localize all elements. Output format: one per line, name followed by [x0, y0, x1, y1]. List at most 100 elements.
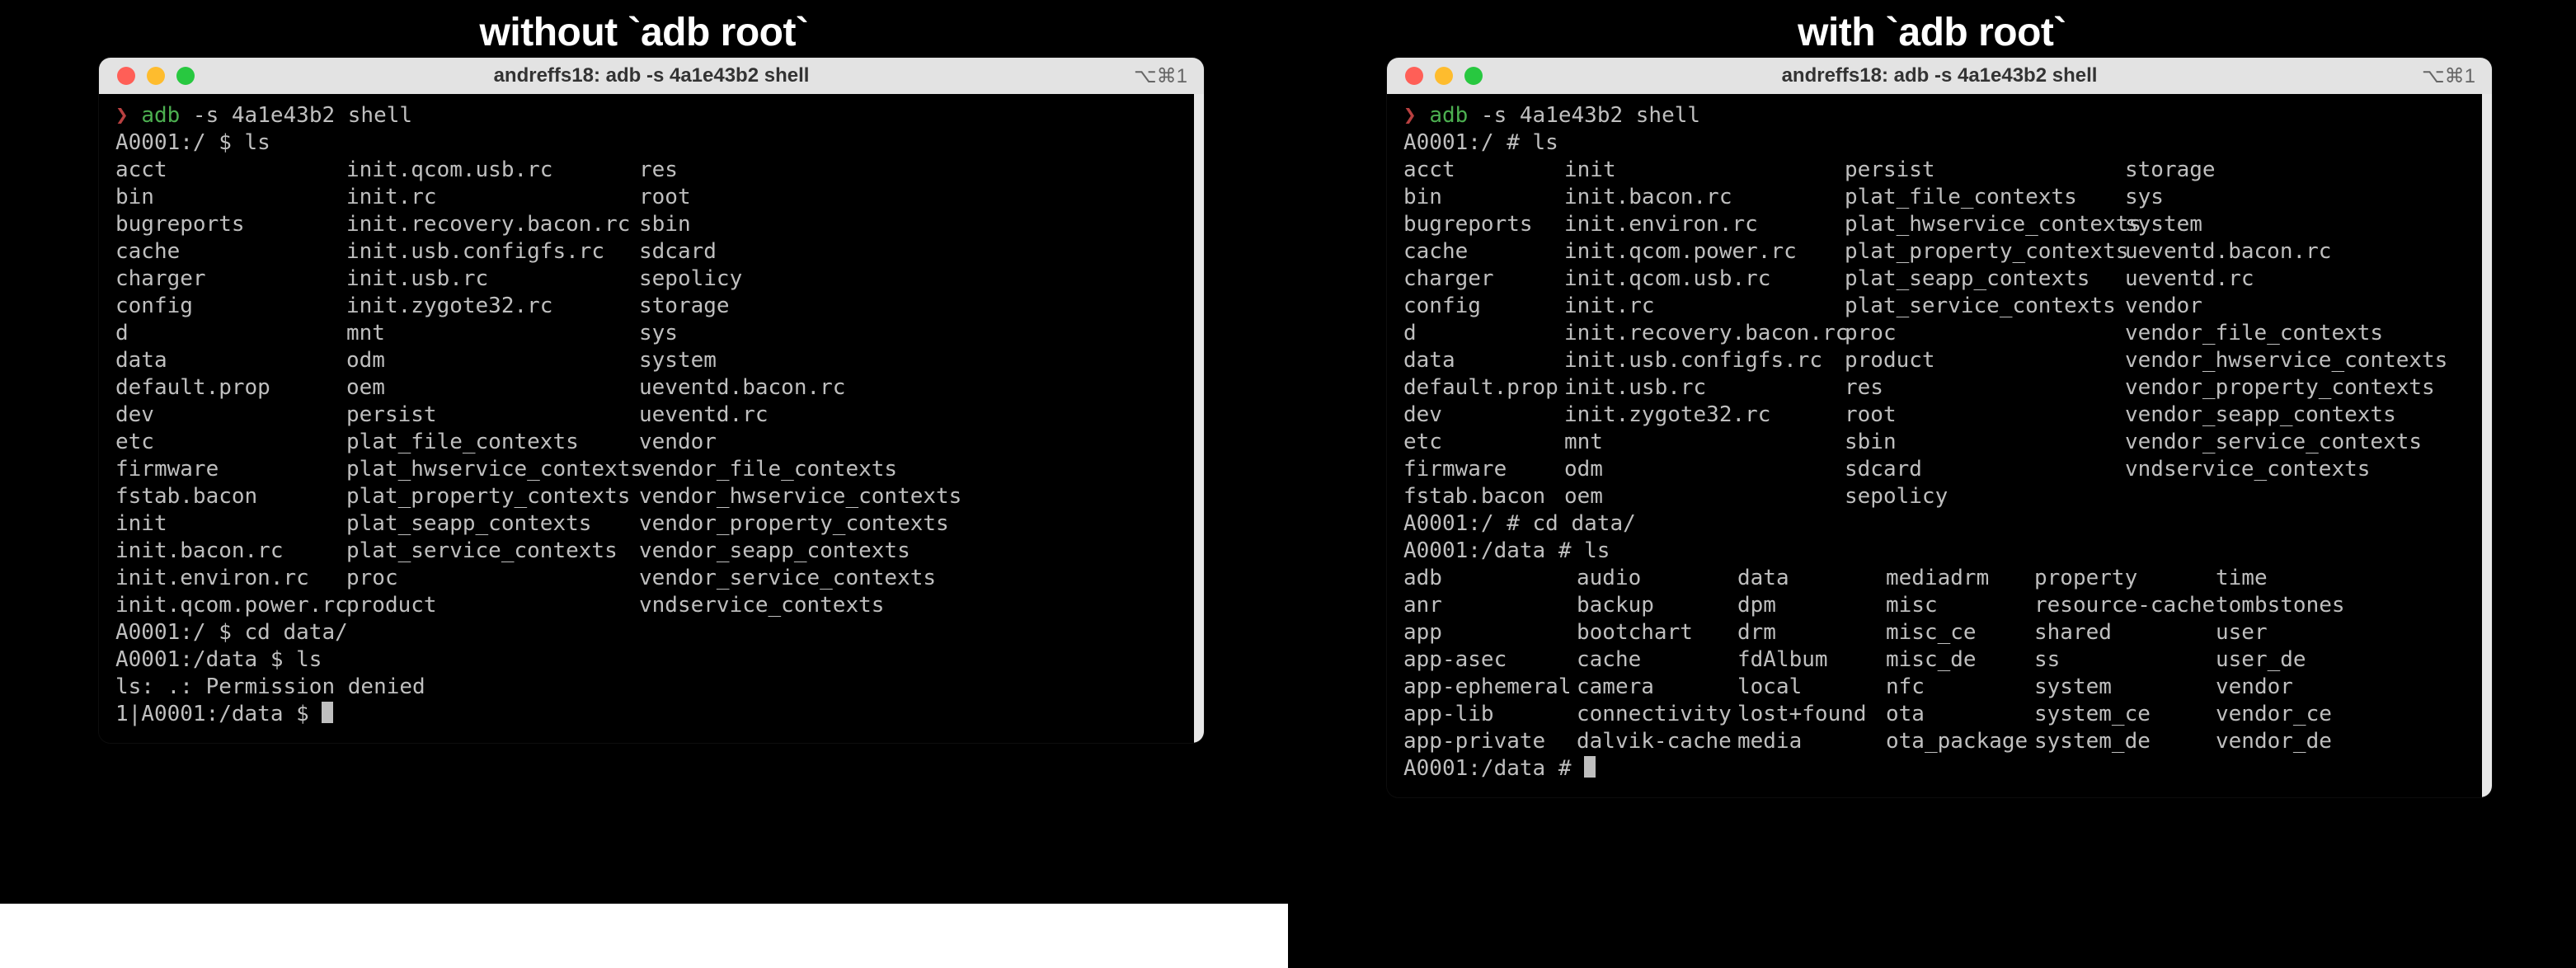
list-item: misc_ce — [1886, 619, 2034, 646]
list-item: system_de — [2034, 728, 2216, 755]
list-item: vendor_file_contexts — [2125, 320, 2466, 347]
list-item: bugreports — [1403, 211, 1564, 238]
ls-output-root: acctinit.qcom.usb.rcresbininit.rcrootbug… — [115, 157, 1178, 619]
list-item: vendor_hwservice_contexts — [2125, 347, 2466, 374]
list-item: app-lib — [1403, 701, 1577, 728]
list-item: system_ce — [2034, 701, 2216, 728]
list-item: storage — [2125, 157, 2466, 184]
list-item: system — [2125, 211, 2466, 238]
list-item: local — [1737, 674, 1886, 701]
list-item: init.bacon.rc — [1564, 184, 1845, 211]
list-item: vendor_property_contexts — [639, 510, 1178, 538]
shell-command: ❯ adb -s 4a1e43b2 shell — [1403, 102, 2466, 129]
list-item: connectivity — [1577, 701, 1737, 728]
titlebar-right: andreffs18: adb -s 4a1e43b2 shell ⌥⌘1 — [1387, 58, 2492, 94]
list-item: system — [2034, 674, 2216, 701]
close-icon[interactable] — [1405, 67, 1423, 85]
list-item: fdAlbum — [1737, 646, 1886, 674]
page-background-strip — [0, 904, 1288, 968]
list-item: bootchart — [1577, 619, 1737, 646]
ls-output-root: acctinitpersiststoragebininit.bacon.rcpl… — [1403, 157, 2466, 510]
list-item: proc — [1845, 320, 2125, 347]
list-item: odm — [1564, 456, 1845, 483]
shell-output: A0001:/ # ls — [1403, 129, 2466, 157]
list-item: plat_hwservice_contexts — [346, 456, 639, 483]
list-item: resource-cache — [2034, 592, 2216, 619]
list-item: init.recovery.bacon.rc — [1564, 320, 1845, 347]
list-item: misc — [1886, 592, 2034, 619]
list-item: firmware — [115, 456, 346, 483]
list-item: init.usb.configfs.rc — [1564, 347, 1845, 374]
list-item: time — [2216, 565, 2466, 592]
panel-without-root: without `adb root` andreffs18: adb -s 4a… — [0, 0, 1288, 968]
list-item: charger — [115, 265, 346, 293]
list-item: init.rc — [1564, 293, 1845, 320]
list-item: cache — [1403, 238, 1564, 265]
list-item: config — [115, 293, 346, 320]
shell-output: A0001:/data # ls — [1403, 538, 2466, 565]
list-item: d — [1403, 320, 1564, 347]
list-item: root — [1845, 402, 2125, 429]
list-item: data — [1403, 347, 1564, 374]
list-item: app-asec — [1403, 646, 1577, 674]
list-item: vendor_de — [2216, 728, 2466, 755]
list-item: init.qcom.usb.rc — [1564, 265, 1845, 293]
list-item: oem — [346, 374, 639, 402]
list-item: dev — [115, 402, 346, 429]
list-item: shared — [2034, 619, 2216, 646]
traffic-lights — [99, 67, 195, 85]
list-item: anr — [1403, 592, 1577, 619]
caption-with-root: with `adb root` — [1288, 10, 2576, 55]
minimize-icon[interactable] — [1435, 67, 1453, 85]
window-shortcut: ⌥⌘1 — [1134, 64, 1187, 88]
list-item: vendor — [2216, 674, 2466, 701]
caption-without-root: without `adb root` — [0, 10, 1288, 55]
close-icon[interactable] — [117, 67, 135, 85]
minimize-icon[interactable] — [147, 67, 165, 85]
list-item: init.environ.rc — [115, 565, 346, 592]
list-item: sdcard — [1845, 456, 2125, 483]
window-title: andreffs18: adb -s 4a1e43b2 shell — [1387, 64, 2492, 87]
list-item: sys — [639, 320, 1178, 347]
list-item: init.usb.configfs.rc — [346, 238, 639, 265]
zoom-icon[interactable] — [1464, 67, 1483, 85]
list-item: lost+found — [1737, 701, 1886, 728]
list-item: app-private — [1403, 728, 1577, 755]
list-item: property — [2034, 565, 2216, 592]
list-item: root — [639, 184, 1178, 211]
list-item: init.rc — [346, 184, 639, 211]
list-item: persist — [1845, 157, 2125, 184]
list-item: init.usb.rc — [1564, 374, 1845, 402]
list-item: vendor_hwservice_contexts — [639, 483, 1178, 510]
zoom-icon[interactable] — [176, 67, 195, 85]
cursor-icon — [322, 702, 333, 723]
list-item: proc — [346, 565, 639, 592]
terminal-body-left[interactable]: ❯ adb -s 4a1e43b2 shell A0001:/ $ ls acc… — [99, 94, 1204, 743]
list-item: storage — [639, 293, 1178, 320]
shell-prompt: A0001:/data # — [1403, 755, 2466, 782]
list-item: firmware — [1403, 456, 1564, 483]
list-item: user_de — [2216, 646, 2466, 674]
list-item: vendor — [639, 429, 1178, 456]
list-item: vendor_service_contexts — [639, 565, 1178, 592]
list-item: init.environ.rc — [1564, 211, 1845, 238]
list-item: init.bacon.rc — [115, 538, 346, 565]
list-item: bin — [115, 184, 346, 211]
list-item: app — [1403, 619, 1577, 646]
list-item: init.usb.rc — [346, 265, 639, 293]
list-item: ueventd.bacon.rc — [639, 374, 1178, 402]
list-item: adb — [1403, 565, 1577, 592]
terminal-body-right[interactable]: ❯ adb -s 4a1e43b2 shell A0001:/ # ls acc… — [1387, 94, 2492, 797]
list-item: default.prop — [1403, 374, 1564, 402]
list-item: bin — [1403, 184, 1564, 211]
shell-output: A0001:/ # cd data/ — [1403, 510, 2466, 538]
ls-output-data: adbaudiodatamediadrmpropertytimeanrbacku… — [1403, 565, 2466, 755]
list-item: acct — [115, 157, 346, 184]
list-item: sys — [2125, 184, 2466, 211]
list-item: oem — [1564, 483, 1845, 510]
list-item: system — [639, 347, 1178, 374]
list-item: plat_hwservice_contexts — [1845, 211, 2125, 238]
list-item: tombstones — [2216, 592, 2466, 619]
list-item: vendor_file_contexts — [639, 456, 1178, 483]
list-item: plat_property_contexts — [346, 483, 639, 510]
